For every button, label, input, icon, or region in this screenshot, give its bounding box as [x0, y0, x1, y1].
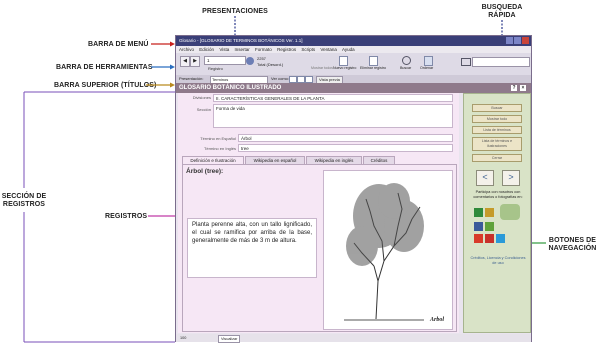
- menu-item-formato[interactable]: Formato: [255, 47, 272, 52]
- mode-select[interactable]: Visualizar: [218, 335, 241, 343]
- zoom-level[interactable]: 100: [180, 336, 186, 340]
- status-bar: 100 Visualizar: [176, 334, 531, 343]
- termino-espanol-label: Término en Español: [200, 136, 236, 141]
- record-number-field[interactable]: 1: [204, 56, 246, 65]
- illustration-caption: Arbol: [429, 317, 444, 323]
- maximize-window-icon[interactable]: [514, 37, 521, 44]
- tree-illustration: [344, 183, 424, 321]
- illustration-area: Arbol: [323, 170, 453, 330]
- total-label: Total (Desord.): [257, 62, 284, 67]
- search-icon[interactable]: [402, 56, 411, 65]
- layout-label: Presentación:: [179, 76, 204, 81]
- annotation-botones-line2: NAVEGACIÓN: [548, 245, 597, 252]
- annotation-busqueda-line2: RÁPIDA: [488, 12, 516, 19]
- view-list-icon[interactable]: [297, 76, 305, 83]
- tab-content: Árbol (tree): Planta perenne alta, con u…: [182, 164, 457, 332]
- minimize-window-icon[interactable]: [506, 37, 513, 44]
- record-title: Árbol (tree):: [186, 168, 224, 175]
- view-form-icon[interactable]: [289, 76, 297, 83]
- social-icon-8[interactable]: [496, 234, 505, 243]
- tab-creditos[interactable]: Créditos: [363, 156, 395, 164]
- menu-item-vista[interactable]: Vista: [219, 47, 229, 52]
- termino-ingles-field[interactable]: tree: [238, 144, 453, 152]
- new-record-button[interactable]: Nuevo registro: [333, 66, 356, 70]
- annotation-seccion-registros: SECCIÓN DE REGISTROS: [0, 193, 48, 209]
- registro-label: Registro: [208, 66, 223, 71]
- participa-text: Participa con nosotros con comentarios o…: [473, 190, 523, 199]
- tab-definicion[interactable]: Definición e Ilustración: [182, 156, 244, 164]
- definition-text: Planta perenne alta, con un tallo lignif…: [187, 218, 317, 278]
- credits-link[interactable]: Créditos, Licencia y Condiciones de uso: [469, 256, 527, 266]
- menu-item-insertar[interactable]: Insertar: [235, 47, 250, 52]
- annotation-registros: REGISTROS: [105, 213, 148, 220]
- tab-wikipedia-espanol[interactable]: Wikipedia en español: [245, 156, 305, 164]
- records-panel: Divisiones II. CARACTERÍSTICAS GENERALES…: [178, 93, 459, 333]
- menu-item-edicion[interactable]: Edición: [199, 47, 214, 52]
- menu-bar: Archivo Edición Vista Insertar Formato R…: [176, 46, 531, 53]
- social-icon-7[interactable]: [485, 234, 494, 243]
- close-window-icon[interactable]: [522, 37, 529, 44]
- app-window: Glosario - [GLOSARIO DE TERMINOS BOTÁNIC…: [175, 35, 532, 343]
- annotation-seccion-line1: SECCIÓN DE: [1, 193, 47, 200]
- annotation-botones-line1: BOTONES DE: [548, 237, 597, 244]
- social-icon-5[interactable]: [485, 222, 494, 231]
- divisiones-field[interactable]: II. CARACTERÍSTICAS GENERALES DE LA PLAN…: [213, 94, 453, 102]
- nav-next-button[interactable]: >: [502, 170, 520, 186]
- termino-espanol-field[interactable]: Árbol: [238, 134, 453, 142]
- nav-prev-button[interactable]: <: [476, 170, 494, 186]
- close-section-icon[interactable]: ×: [520, 85, 526, 91]
- annotation-barra-superior: BARRA SUPERIOR (TÍTULOS): [54, 82, 157, 89]
- nav-term-illustration-list-button[interactable]: Lista de términos e ilustraciones: [472, 137, 522, 151]
- prev-record-button[interactable]: ◀: [180, 56, 190, 67]
- records-pie-icon: [246, 57, 254, 65]
- annotation-barra-menu: BARRA DE MENÚ: [88, 41, 149, 48]
- help-icon[interactable]: ?: [511, 85, 517, 91]
- annotation-seccion-line2: REGISTROS: [2, 201, 46, 208]
- delete-record-icon[interactable]: [369, 56, 378, 66]
- section-title-bar: GLOSARIO BOTÁNICO ILUSTRADO ? ×: [176, 83, 531, 93]
- quick-search-icon: [461, 58, 471, 66]
- show-all-button[interactable]: Mostrar todos: [311, 66, 333, 70]
- menu-item-ventana[interactable]: Ventana: [320, 47, 337, 52]
- nav-show-all-button[interactable]: Mostrar todo: [472, 115, 522, 123]
- divisiones-label: Divisiones: [192, 95, 211, 100]
- social-icon-6[interactable]: [474, 234, 483, 243]
- social-icon-1[interactable]: [474, 208, 483, 217]
- menu-item-ayuda[interactable]: Ayuda: [342, 47, 355, 52]
- seccion-label: Sección: [196, 107, 211, 112]
- layout-bar: Presentación: Terminos Ver como: Vista p…: [176, 75, 531, 84]
- window-title: Glosario - [GLOSARIO DE TERMINOS BOTÁNIC…: [179, 38, 303, 43]
- annotation-barra-herramientas: BARRA DE HERRAMIENTAS: [56, 64, 153, 71]
- annotation-busqueda: BUSQUEDA RÁPIDA: [472, 4, 532, 20]
- sort-icon[interactable]: [424, 56, 433, 66]
- navigation-panel: Buscar Mostrar todo Lista de términos Li…: [463, 93, 531, 333]
- view-as-label: Ver como:: [271, 76, 290, 81]
- menu-item-archivo[interactable]: Archivo: [179, 47, 194, 52]
- nav-search-button[interactable]: Buscar: [472, 104, 522, 112]
- social-icon-4[interactable]: [474, 222, 483, 231]
- toolbar: ◀ ▶ 1 Registro 2257 Total (Desord.) Most…: [176, 53, 531, 75]
- new-record-icon[interactable]: [339, 56, 348, 66]
- annotation-busqueda-line1: BUSQUEDA: [481, 4, 523, 11]
- view-table-icon[interactable]: [305, 76, 313, 83]
- menu-item-registros[interactable]: Registros: [277, 47, 296, 52]
- nav-close-button[interactable]: Cerrar: [472, 154, 522, 162]
- records-total: 2257: [257, 56, 266, 61]
- annotation-presentaciones: PRESENTACIONES: [202, 8, 268, 15]
- social-icon-3[interactable]: [500, 204, 520, 220]
- annotation-botones-navegacion: BOTONES DE NAVEGACIÓN: [545, 237, 600, 253]
- nav-term-list-button[interactable]: Lista de términos: [472, 126, 522, 134]
- seccion-field[interactable]: Forma de vida: [213, 104, 453, 128]
- menu-item-scripts[interactable]: Scripts: [301, 47, 315, 52]
- termino-ingles-label: Término en Inglés: [203, 146, 236, 151]
- window-titlebar: Glosario - [GLOSARIO DE TERMINOS BOTÁNIC…: [176, 36, 531, 46]
- quick-search-field[interactable]: [472, 57, 530, 67]
- tab-wikipedia-ingles[interactable]: Wikipedia en inglés: [306, 156, 362, 164]
- sort-button[interactable]: Ordenar: [420, 66, 433, 70]
- social-icon-2[interactable]: [485, 208, 494, 217]
- search-button[interactable]: Buscar: [400, 66, 411, 70]
- next-record-button[interactable]: ▶: [190, 56, 200, 67]
- delete-record-button[interactable]: Eliminar registro: [360, 66, 386, 70]
- section-title: GLOSARIO BOTÁNICO ILUSTRADO: [179, 85, 282, 91]
